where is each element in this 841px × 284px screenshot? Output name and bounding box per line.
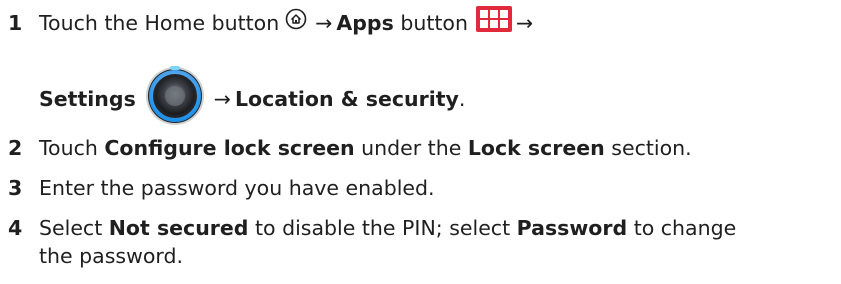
step-text: under the: [354, 136, 468, 160]
step-4: 4 Select Not secured to disable the PIN;…: [8, 214, 736, 242]
step-1-continued: Settings → Location & security .: [8, 64, 465, 133]
step-text: to disable the PIN; select: [248, 216, 517, 240]
period: .: [458, 86, 466, 111]
step-3: 3 Enter the password you have enabled.: [8, 174, 435, 202]
button-text: button: [400, 10, 468, 35]
step-text: Select: [39, 216, 109, 240]
configure-lock-screen-label: Configure lock screen: [104, 136, 355, 160]
step-text: the password.: [39, 244, 184, 268]
location-security-label: Location & security: [234, 86, 459, 111]
step-text: Touch: [39, 136, 105, 160]
step-2: 2 Touch Configure lock screen under the …: [8, 134, 692, 162]
step-number: 4: [8, 216, 23, 240]
step-text: Enter the password you have enabled.: [39, 176, 435, 200]
password-label: Password: [516, 216, 628, 240]
arrow: →: [315, 10, 333, 35]
lock-screen-label: Lock screen: [467, 136, 605, 160]
apps-icon: [475, 6, 512, 39]
settings-icon: [144, 64, 206, 133]
home-icon: [285, 8, 307, 37]
step-text: section.: [604, 136, 692, 160]
step-number: 1: [8, 10, 23, 35]
step-number: 3: [8, 176, 23, 200]
not-secured-label: Not secured: [108, 216, 249, 240]
step-text: Touch the Home button: [39, 10, 280, 35]
step-4-continued: the password.: [8, 242, 183, 270]
settings-label: Settings: [39, 86, 136, 111]
apps-label: Apps: [336, 10, 394, 35]
arrow: →: [213, 86, 231, 111]
step-1: 1 Touch the Home button → Apps button →: [8, 6, 533, 39]
arrow: →: [515, 10, 534, 35]
step-text: to change: [627, 216, 737, 240]
step-number: 2: [8, 136, 23, 160]
